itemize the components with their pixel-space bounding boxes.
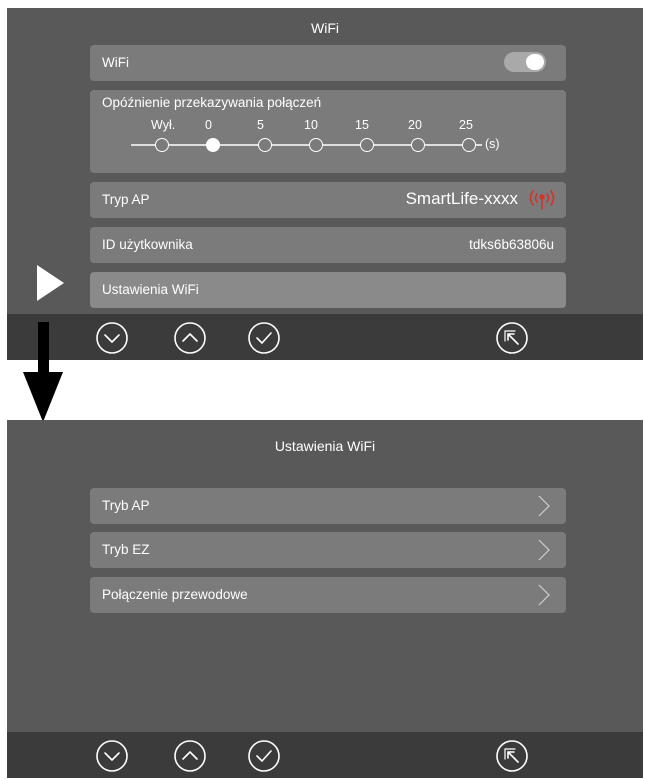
wifi-settings-label: Ustawienia WiFi [102, 282, 199, 297]
menu-item-ez-mode[interactable]: Tryb EZ [90, 532, 566, 568]
menu-item-label: Tryb EZ [102, 542, 150, 557]
screen-title: WiFi [311, 20, 339, 36]
wifi-settings-row[interactable]: Ustawienia WiFi [90, 272, 566, 308]
delay-option-label: 20 [408, 118, 422, 132]
delay-option-label: 10 [304, 118, 318, 132]
delay-option-label: 15 [355, 118, 369, 132]
chevron-down-icon[interactable] [94, 320, 130, 356]
chevron-right-icon [538, 539, 550, 561]
menu-item-label: Połączenie przewodowe [102, 587, 248, 602]
back-icon[interactable] [494, 738, 530, 774]
wifi-settings-screen: Ustawienia WiFi Tryb AP Tryb EZ Połączen… [7, 420, 643, 778]
menu-item-label: Tryb AP [102, 498, 150, 513]
delay-option-label: 0 [205, 118, 212, 132]
selection-pointer-icon [37, 265, 64, 301]
ap-mode-row[interactable]: Tryp AP SmartLife-xxxx [90, 182, 566, 218]
wifi-toggle-switch[interactable] [504, 52, 546, 72]
chevron-down-icon[interactable] [94, 738, 130, 774]
delay-option-off[interactable] [155, 138, 169, 152]
wifi-toggle-row[interactable]: WiFi [90, 45, 566, 81]
delay-option-10[interactable] [309, 138, 323, 152]
chevron-up-icon[interactable] [172, 738, 208, 774]
wifi-screen: WiFi WiFi Opóźnienie przekazywania połąc… [7, 8, 643, 360]
chevron-right-icon [538, 495, 550, 517]
user-id-value: tdks6b63806u [469, 237, 554, 252]
screen-title: Ustawienia WiFi [274, 438, 376, 454]
chevron-right-icon [538, 584, 550, 606]
wifi-toggle-label: WiFi [102, 55, 129, 70]
call-forward-delay-row: Opóźnienie przekazywania połączeń Wył. 0… [90, 90, 566, 173]
delay-option-20[interactable] [411, 138, 425, 152]
delay-option-5[interactable] [258, 138, 272, 152]
check-icon[interactable] [246, 738, 282, 774]
delay-option-0-selected[interactable] [206, 138, 220, 152]
bottom-bar [7, 732, 643, 778]
chevron-up-icon[interactable] [172, 320, 208, 356]
delay-unit: (s) [485, 137, 500, 151]
check-icon[interactable] [246, 320, 282, 356]
menu-item-ap-mode[interactable]: Tryb AP [90, 488, 566, 524]
delay-option-15[interactable] [360, 138, 374, 152]
bottom-bar [7, 314, 643, 360]
menu-item-wired-connection[interactable]: Połączenie przewodowe [90, 577, 566, 613]
delay-option-25[interactable] [462, 138, 476, 152]
delay-option-label: Wył. [151, 118, 176, 132]
wifi-signal-icon [528, 188, 556, 215]
user-id-row[interactable]: ID użytkownika tdks6b63806u [90, 227, 566, 263]
back-icon[interactable] [494, 320, 530, 356]
ap-ssid-value: SmartLife-xxxx [405, 189, 518, 208]
ap-mode-label: Tryp AP [102, 192, 150, 207]
user-id-label: ID użytkownika [102, 237, 193, 252]
delay-option-label: 5 [257, 118, 264, 132]
delay-option-label: 25 [459, 118, 473, 132]
transition-arrow-icon [23, 322, 63, 422]
